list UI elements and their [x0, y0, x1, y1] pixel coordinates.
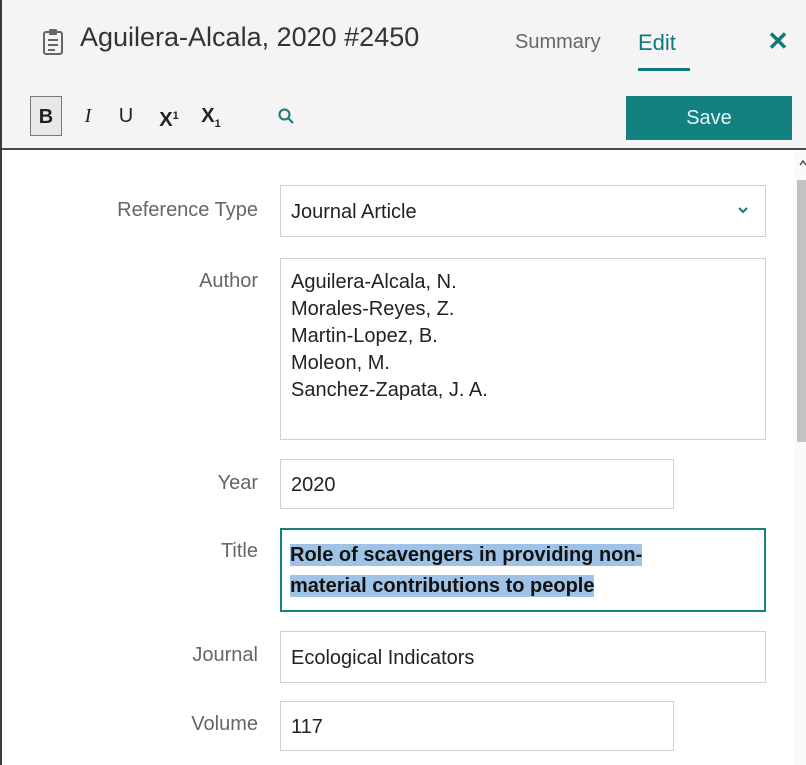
reference-type-select[interactable]: Journal Article: [280, 185, 766, 237]
subscript-label: X: [201, 105, 215, 127]
save-button[interactable]: Save: [626, 96, 792, 140]
search-icon: [278, 108, 294, 124]
search-button[interactable]: [274, 96, 298, 136]
year-label: Year: [217, 472, 258, 494]
title-line-2: material contributions to people: [290, 575, 595, 597]
author-line: Morales-Reyes, Z.: [291, 298, 455, 320]
author-label: Author: [199, 270, 258, 292]
year-field[interactable]: 2020: [280, 459, 674, 509]
author-field[interactable]: Aguilera-Alcala, N. Morales-Reyes, Z. Ma…: [280, 258, 766, 440]
close-button[interactable]: ✕: [764, 26, 792, 56]
reference-editor-panel: Aguilera-Alcala, 2020 #2450 Summary Edit…: [0, 0, 806, 765]
author-line: Aguilera-Alcala, N.: [291, 271, 457, 293]
subscript-button[interactable]: X1: [194, 96, 228, 136]
superscript-label: X: [159, 109, 173, 131]
active-tab-indicator: [638, 68, 690, 71]
title-field[interactable]: Role of scavengers in providing non- mat…: [280, 528, 766, 612]
volume-label: Volume: [191, 713, 258, 735]
underline-button[interactable]: U: [114, 96, 138, 136]
superscript-button[interactable]: X1: [152, 96, 186, 136]
superscript-mark: 1: [172, 110, 179, 122]
italic-button[interactable]: I: [76, 96, 100, 136]
scrollbar-thumb[interactable]: [797, 180, 806, 442]
editor-header: Aguilera-Alcala, 2020 #2450 Summary Edit…: [2, 0, 806, 150]
author-line: Martin-Lopez, B.: [291, 325, 438, 347]
title-line-1: Role of scavengers in providing non-: [290, 544, 643, 566]
reference-type-value: Journal Article: [291, 201, 417, 223]
tab-summary[interactable]: Summary: [515, 31, 601, 54]
journal-label: Journal: [192, 644, 258, 666]
author-line: Moleon, M.: [291, 352, 390, 374]
chevron-down-icon: [738, 207, 748, 214]
reference-title: Aguilera-Alcala, 2020 #2450: [80, 22, 420, 52]
scroll-up-icon[interactable]: [799, 160, 806, 166]
subscript-mark: 1: [214, 118, 221, 130]
clipboard-icon: [43, 29, 63, 55]
title-label: Title: [220, 540, 258, 562]
author-line: Sanchez-Zapata, J. A.: [291, 379, 488, 401]
reference-type-label: Reference Type: [117, 199, 258, 221]
tab-edit[interactable]: Edit: [638, 30, 676, 56]
journal-field[interactable]: Ecological Indicators: [280, 631, 766, 683]
volume-field[interactable]: 117: [280, 701, 674, 751]
bold-button[interactable]: B: [30, 96, 62, 136]
